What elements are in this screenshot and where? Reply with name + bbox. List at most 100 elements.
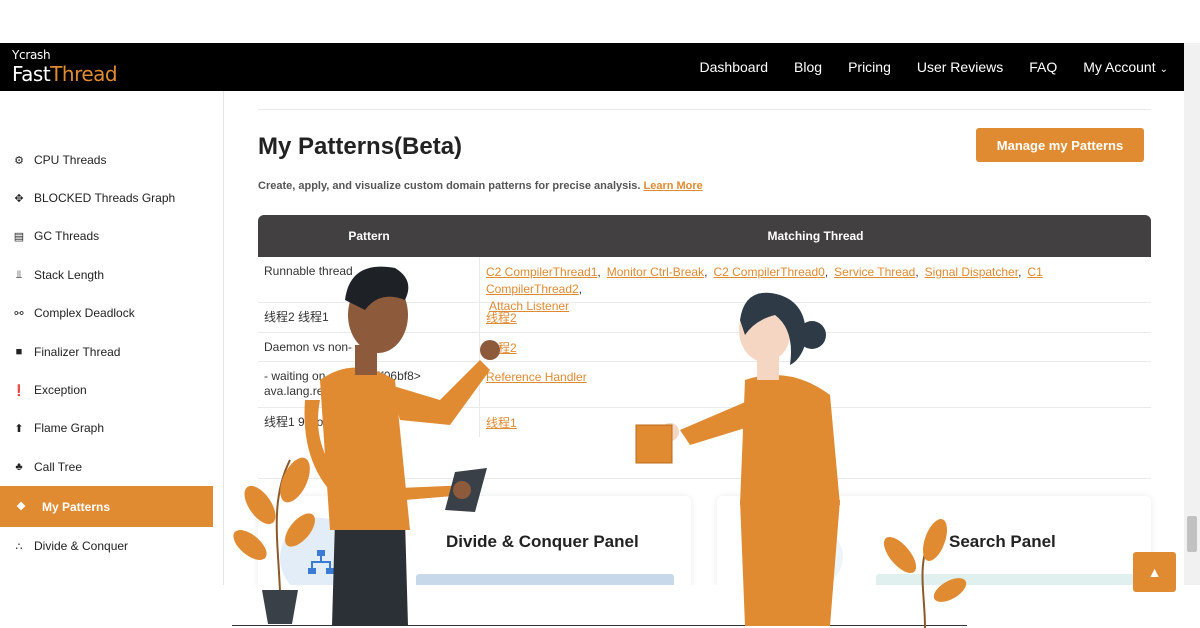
thread-link[interactable]: Reference Handler	[486, 370, 587, 384]
table-row: 线程1 9 Nor 线程1	[258, 408, 1151, 437]
bottom-area	[0, 585, 1200, 628]
link-icon: ⚯	[14, 307, 24, 320]
sidebar-item-complex-deadlock[interactable]: ⚯ Complex Deadlock	[0, 294, 213, 332]
sidebar-item-divide-conquer[interactable]: ∴ Divide & Conquer	[0, 527, 213, 565]
sidebar-item-cpu-threads[interactable]: ⚙ CPU Threads	[0, 141, 213, 179]
logo-fastthread: FastThread	[12, 62, 118, 86]
subtitle-text: Create, apply, and visualize custom doma…	[258, 180, 641, 192]
pattern-cell: - waiting on <0 0d5f06bf8> ava.lang.ref. k)	[258, 362, 480, 407]
table-header: Pattern Matching Thread	[258, 215, 1151, 257]
logo-fast-text: Fast	[12, 62, 51, 86]
column-header-pattern: Pattern	[348, 229, 390, 243]
separator: ,	[704, 265, 708, 279]
sidebar-item-label: Finalizer Thread	[34, 345, 121, 359]
separator: ,	[915, 265, 919, 279]
thread-link[interactable]: 线程1	[486, 416, 517, 430]
navbar: Ycrash FastThread Dashboard Blog Pricing…	[0, 43, 1184, 91]
pattern-text: ava.lang.ref.	[264, 384, 331, 398]
stairs-icon: ⫫	[15, 268, 23, 281]
back-to-top-button[interactable]: ▲	[1133, 552, 1176, 592]
nav-my-account[interactable]: My Account ⌄	[1083, 59, 1168, 75]
thread-link[interactable]: Service Thread	[834, 265, 915, 279]
scrollbar-thumb[interactable]	[1187, 516, 1197, 552]
thread-link[interactable]: 线程2	[486, 311, 517, 325]
nav-pricing[interactable]: Pricing	[848, 59, 891, 75]
my-account-label: My Account	[1083, 59, 1156, 75]
nav-links: Dashboard Blog Pricing User Reviews FAQ …	[700, 43, 1168, 91]
pattern-cell: Daemon vs non-	[258, 333, 480, 361]
matching-thread-cell: 线程2	[480, 333, 1151, 361]
hierarchy-icon	[308, 550, 334, 574]
pattern-cell: 线程2 线程1	[258, 303, 480, 332]
column-header-matching-thread: Matching Thread	[767, 229, 864, 243]
thread-link[interactable]: C2 CompilerThread1	[486, 265, 597, 279]
thread-link[interactable]: 线程2	[486, 341, 517, 355]
sidebar-item-stack-length[interactable]: ⫫ Stack Length	[0, 256, 213, 294]
page-scrollbar[interactable]	[1184, 43, 1200, 585]
thread-link[interactable]: Monitor Ctrl-Break	[607, 265, 704, 279]
panel-title: Search Panel	[949, 532, 1056, 551]
learn-more-link[interactable]: Learn More	[643, 180, 702, 192]
floor-line	[232, 625, 967, 626]
panel-title: Divide & Conquer Panel	[446, 532, 639, 551]
sidebar-item-label: Call Tree	[34, 460, 83, 474]
search-panel[interactable]: Search Panel	[717, 496, 1151, 594]
manage-patterns-button[interactable]: Manage my Patterns	[976, 128, 1144, 162]
pattern-cell: 线程1 9 Nor	[258, 408, 480, 437]
thread-link[interactable]: C2 CompilerThread0	[713, 265, 824, 279]
panel-icon-background	[757, 522, 843, 592]
nav-blog[interactable]: Blog	[794, 59, 822, 75]
pattern-text: 0d5f06bf8>	[360, 369, 421, 383]
main-content: My Patterns(Beta) Manage my Patterns Cre…	[258, 91, 1151, 598]
gears-icon: ⚙	[14, 154, 24, 167]
sidebar-item-label: BLOCKED Threads Graph	[34, 191, 176, 205]
chevron-down-icon: ⌄	[1159, 64, 1168, 75]
chevron-up-icon: ▲	[1147, 564, 1162, 580]
pattern-text: k)	[386, 384, 397, 398]
sidebar-item-gc-threads[interactable]: ▤ GC Threads	[0, 217, 213, 255]
puzzle-icon: ❖	[16, 501, 26, 513]
separator: ,	[597, 265, 601, 279]
matching-thread-cell: C2 CompilerThread1, Monitor Ctrl-Break, C2…	[480, 257, 1151, 313]
thread-link[interactable]: Signal Dispatcher	[925, 265, 1018, 279]
fire-icon: ⬆	[14, 422, 24, 435]
table-row: Runnable thread C2 CompilerThread1, Monit…	[258, 257, 1151, 313]
page-subtitle: Create, apply, and visualize custom doma…	[258, 180, 703, 192]
sidebar-item-label: Stack Length	[34, 268, 105, 282]
square-icon: ■	[15, 346, 23, 358]
sidebar-item-label: My Patterns	[42, 499, 111, 514]
sidebar-item-label: CPU Threads	[34, 153, 107, 167]
table-row: Daemon vs non- 线程2	[258, 333, 1151, 362]
sidebar-item-label: Divide & Conquer	[34, 539, 129, 553]
logo-thread-text: Thread	[50, 62, 118, 86]
hierarchy-icon: ∴	[15, 540, 23, 553]
sidebar-item-exception[interactable]: ❗ Exception	[0, 371, 213, 409]
divide-conquer-panel[interactable]: Divide & Conquer Panel	[258, 496, 691, 598]
sidebar-item-my-patterns[interactable]: ❖ My Patterns	[0, 486, 213, 527]
exclamation-icon: ❗	[12, 384, 26, 397]
logo-ycrash: Ycrash	[12, 48, 51, 62]
sidebar-item-label: Exception	[34, 383, 87, 397]
nav-user-reviews[interactable]: User Reviews	[917, 59, 1003, 75]
matching-thread-cell: 线程2	[480, 303, 1151, 332]
trash-icon: ▤	[13, 230, 25, 243]
tree-icon: ♣	[15, 461, 23, 473]
sidebar-item-finalizer-thread[interactable]: ■ Finalizer Thread	[0, 333, 213, 371]
nav-dashboard[interactable]: Dashboard	[700, 59, 769, 75]
patterns-table: Pattern Matching Thread Runnable thread …	[258, 215, 1151, 437]
pattern-cell: Runnable thread	[258, 257, 480, 302]
matching-thread-cell: 线程1	[480, 408, 1151, 437]
sidebar-item-flame-graph[interactable]: ⬆ Flame Graph	[0, 409, 213, 447]
table-row: 线程2 线程1 线程2	[258, 303, 1151, 333]
table-row: - waiting on <0 0d5f06bf8> ava.lang.ref. k)…	[258, 362, 1151, 408]
nav-faq[interactable]: FAQ	[1029, 59, 1057, 75]
separator: ,	[824, 265, 829, 279]
separator: ,	[1018, 265, 1022, 279]
sidebar-item-call-tree[interactable]: ♣ Call Tree	[0, 448, 213, 486]
divider	[258, 109, 1151, 110]
arrows-icon: ✥	[14, 192, 24, 205]
divider	[258, 478, 1151, 479]
sidebar-item-blocked-threads-graph[interactable]: ✥ BLOCKED Threads Graph	[0, 179, 213, 217]
sidebar-item-label: GC Threads	[34, 229, 100, 243]
fastthread-logo[interactable]: Ycrash FastThread	[12, 48, 118, 87]
